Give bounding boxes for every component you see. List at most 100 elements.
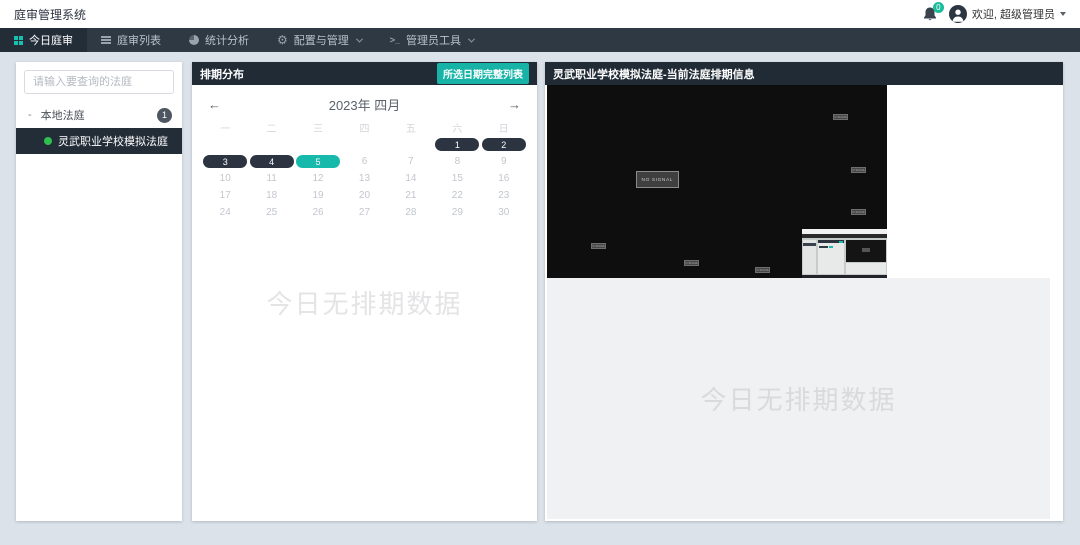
nav-item-admin-tools[interactable]: >_管理员工具 xyxy=(376,28,488,52)
calendar-day[interactable]: 25 xyxy=(248,206,294,219)
calendar-day[interactable]: 29 xyxy=(434,206,480,219)
calendar-day[interactable]: 11 xyxy=(248,172,294,185)
nav-item-trial-list[interactable]: 庭审列表 xyxy=(87,28,175,52)
calendar-day[interactable]: 4 xyxy=(248,155,294,168)
schedule-panel-header: 排期分布 所选日期完整列表 xyxy=(192,62,537,85)
mini-nav xyxy=(802,234,887,238)
calendar-day[interactable]: 21 xyxy=(388,189,434,202)
calendar-day-highlighted[interactable]: 2 xyxy=(482,138,526,151)
prev-month-icon[interactable]: ← xyxy=(202,97,227,112)
calendar-day-highlighted[interactable]: 1 xyxy=(435,138,479,151)
calendar-day xyxy=(202,138,248,151)
calendar-day xyxy=(341,138,387,151)
court-info-panel: 灵武职业学校模拟法庭-当前法庭排期信息 NO SIGNAL NO SIGNALN… xyxy=(545,62,1063,521)
calendar-day[interactable]: 15 xyxy=(434,172,480,185)
no-signal-label: NO SIGNAL xyxy=(755,267,770,273)
tree-root-label: 本地法庭 xyxy=(41,107,85,123)
court-panel-header: 灵武职业学校模拟法庭-当前法庭排期信息 xyxy=(545,62,1063,85)
grid-icon xyxy=(14,36,23,45)
app-header: 庭审管理系统 0 欢迎, 超级管理员 xyxy=(0,0,1080,28)
nav-item-label: 统计分析 xyxy=(205,32,249,48)
calendar-day[interactable]: 22 xyxy=(434,189,480,202)
calendar-day[interactable]: 28 xyxy=(388,206,434,219)
list-icon xyxy=(101,36,111,44)
calendar-day[interactable]: 8 xyxy=(434,155,480,168)
status-dot-icon xyxy=(44,137,52,145)
calendar-day[interactable]: 13 xyxy=(341,172,387,185)
no-signal-label: NO SIGNAL xyxy=(833,114,848,120)
court-item-label: 灵武职业学校模拟法庭 xyxy=(58,133,168,149)
calendar-day[interactable]: 3 xyxy=(202,155,248,168)
no-signal-label: NO SIGNAL xyxy=(851,209,866,215)
calendar-day[interactable]: 27 xyxy=(341,206,387,219)
mini-empty-area xyxy=(846,263,886,274)
calendar-day[interactable]: 7 xyxy=(388,155,434,168)
calendar-weekday: 五 xyxy=(388,121,434,134)
calendar-weekday: 六 xyxy=(434,121,480,134)
calendar-day-selected[interactable]: 5 xyxy=(296,155,340,168)
tree-node-local-courts[interactable]: - 本地法庭 1 xyxy=(16,102,182,128)
main-nav: 今日庭审庭审列表 统计分析 ⚙配置与管理>_管理员工具 xyxy=(0,28,1080,52)
header-right: 0 欢迎, 超级管理员 xyxy=(922,5,1066,23)
avatar xyxy=(949,5,967,23)
no-signal-box: NO SIGNAL xyxy=(636,171,679,188)
calendar-day-highlighted[interactable]: 3 xyxy=(203,155,247,168)
calendar-day[interactable]: 5 xyxy=(295,155,341,168)
calendar-day[interactable]: 16 xyxy=(481,172,527,185)
next-month-icon[interactable]: → xyxy=(502,97,527,112)
pie-chart-icon xyxy=(189,35,199,45)
nav-item-label: 今日庭审 xyxy=(29,32,73,48)
calendar-day xyxy=(388,138,434,151)
court-list: 灵武职业学校模拟法庭 xyxy=(16,128,182,154)
app-title: 庭审管理系统 xyxy=(14,6,86,23)
full-list-button[interactable]: 所选日期完整列表 xyxy=(437,63,529,84)
calendar-title: 2023年 四月 xyxy=(329,95,401,114)
calendar-day[interactable]: 6 xyxy=(341,155,387,168)
calendar-weekday: 三 xyxy=(295,121,341,134)
schedule-panel-title: 排期分布 xyxy=(200,66,244,82)
calendar-header: ← 2023年 四月 → xyxy=(202,91,527,117)
calendar-day[interactable]: 30 xyxy=(481,206,527,219)
nav-item-label: 配置与管理 xyxy=(294,32,349,48)
calendar-weekday: 二 xyxy=(248,121,294,134)
calendar-day[interactable]: 12 xyxy=(295,172,341,185)
user-menu[interactable]: 欢迎, 超级管理员 xyxy=(949,5,1066,23)
calendar-day[interactable]: 1 xyxy=(434,138,480,151)
welcome-text: 欢迎, 超级管理员 xyxy=(972,6,1055,22)
calendar-day[interactable]: 2 xyxy=(481,138,527,151)
tree-collapse-icon[interactable]: - xyxy=(28,109,32,121)
calendar-weekday: 四 xyxy=(341,121,387,134)
nav-item-statistics[interactable]: 统计分析 xyxy=(175,28,263,52)
court-empty-area: 今日无排期数据 xyxy=(547,278,1050,519)
mini-teal-button xyxy=(839,241,843,243)
nav-item-config-management[interactable]: ⚙配置与管理 xyxy=(263,28,376,52)
schedule-panel: 排期分布 所选日期完整列表 ← 2023年 四月 → 一二三四五六日123456… xyxy=(192,62,537,521)
mini-calendar-pill-dark xyxy=(819,246,828,248)
schedule-empty-watermark: 今日无排期数据 xyxy=(192,284,537,321)
calendar-day[interactable]: 10 xyxy=(202,172,248,185)
calendar-day[interactable]: 26 xyxy=(295,206,341,219)
no-signal-label: NO SIGNAL xyxy=(684,260,699,266)
calendar-day[interactable]: 18 xyxy=(248,189,294,202)
calendar-day[interactable]: 24 xyxy=(202,206,248,219)
calendar-day[interactable]: 23 xyxy=(481,189,527,202)
notification-bell-icon[interactable]: 0 xyxy=(922,6,938,22)
chevron-down-icon xyxy=(468,35,475,42)
calendar-day[interactable]: 17 xyxy=(202,189,248,202)
mini-no-signal xyxy=(862,248,870,252)
calendar-day[interactable]: 14 xyxy=(388,172,434,185)
calendar-day[interactable]: 9 xyxy=(481,155,527,168)
court-video-feed[interactable]: NO SIGNAL NO SIGNAL NO SIGNAL NO SIGNAL NO … xyxy=(547,85,887,278)
court-empty-watermark: 今日无排期数据 xyxy=(700,380,896,417)
court-search-input[interactable] xyxy=(24,70,174,94)
mini-screenshot xyxy=(802,229,887,278)
calendar-day[interactable]: 20 xyxy=(341,189,387,202)
calendar-day[interactable]: 19 xyxy=(295,189,341,202)
court-count-badge: 1 xyxy=(157,108,172,123)
calendar-day xyxy=(248,138,294,151)
nav-item-today-trials[interactable]: 今日庭审 xyxy=(0,28,87,52)
calendar-day-highlighted[interactable]: 4 xyxy=(250,155,294,168)
chevron-down-icon xyxy=(356,35,363,42)
sidebar-court-item[interactable]: 灵武职业学校模拟法庭 xyxy=(16,128,182,154)
calendar-weekday: 一 xyxy=(202,121,248,134)
